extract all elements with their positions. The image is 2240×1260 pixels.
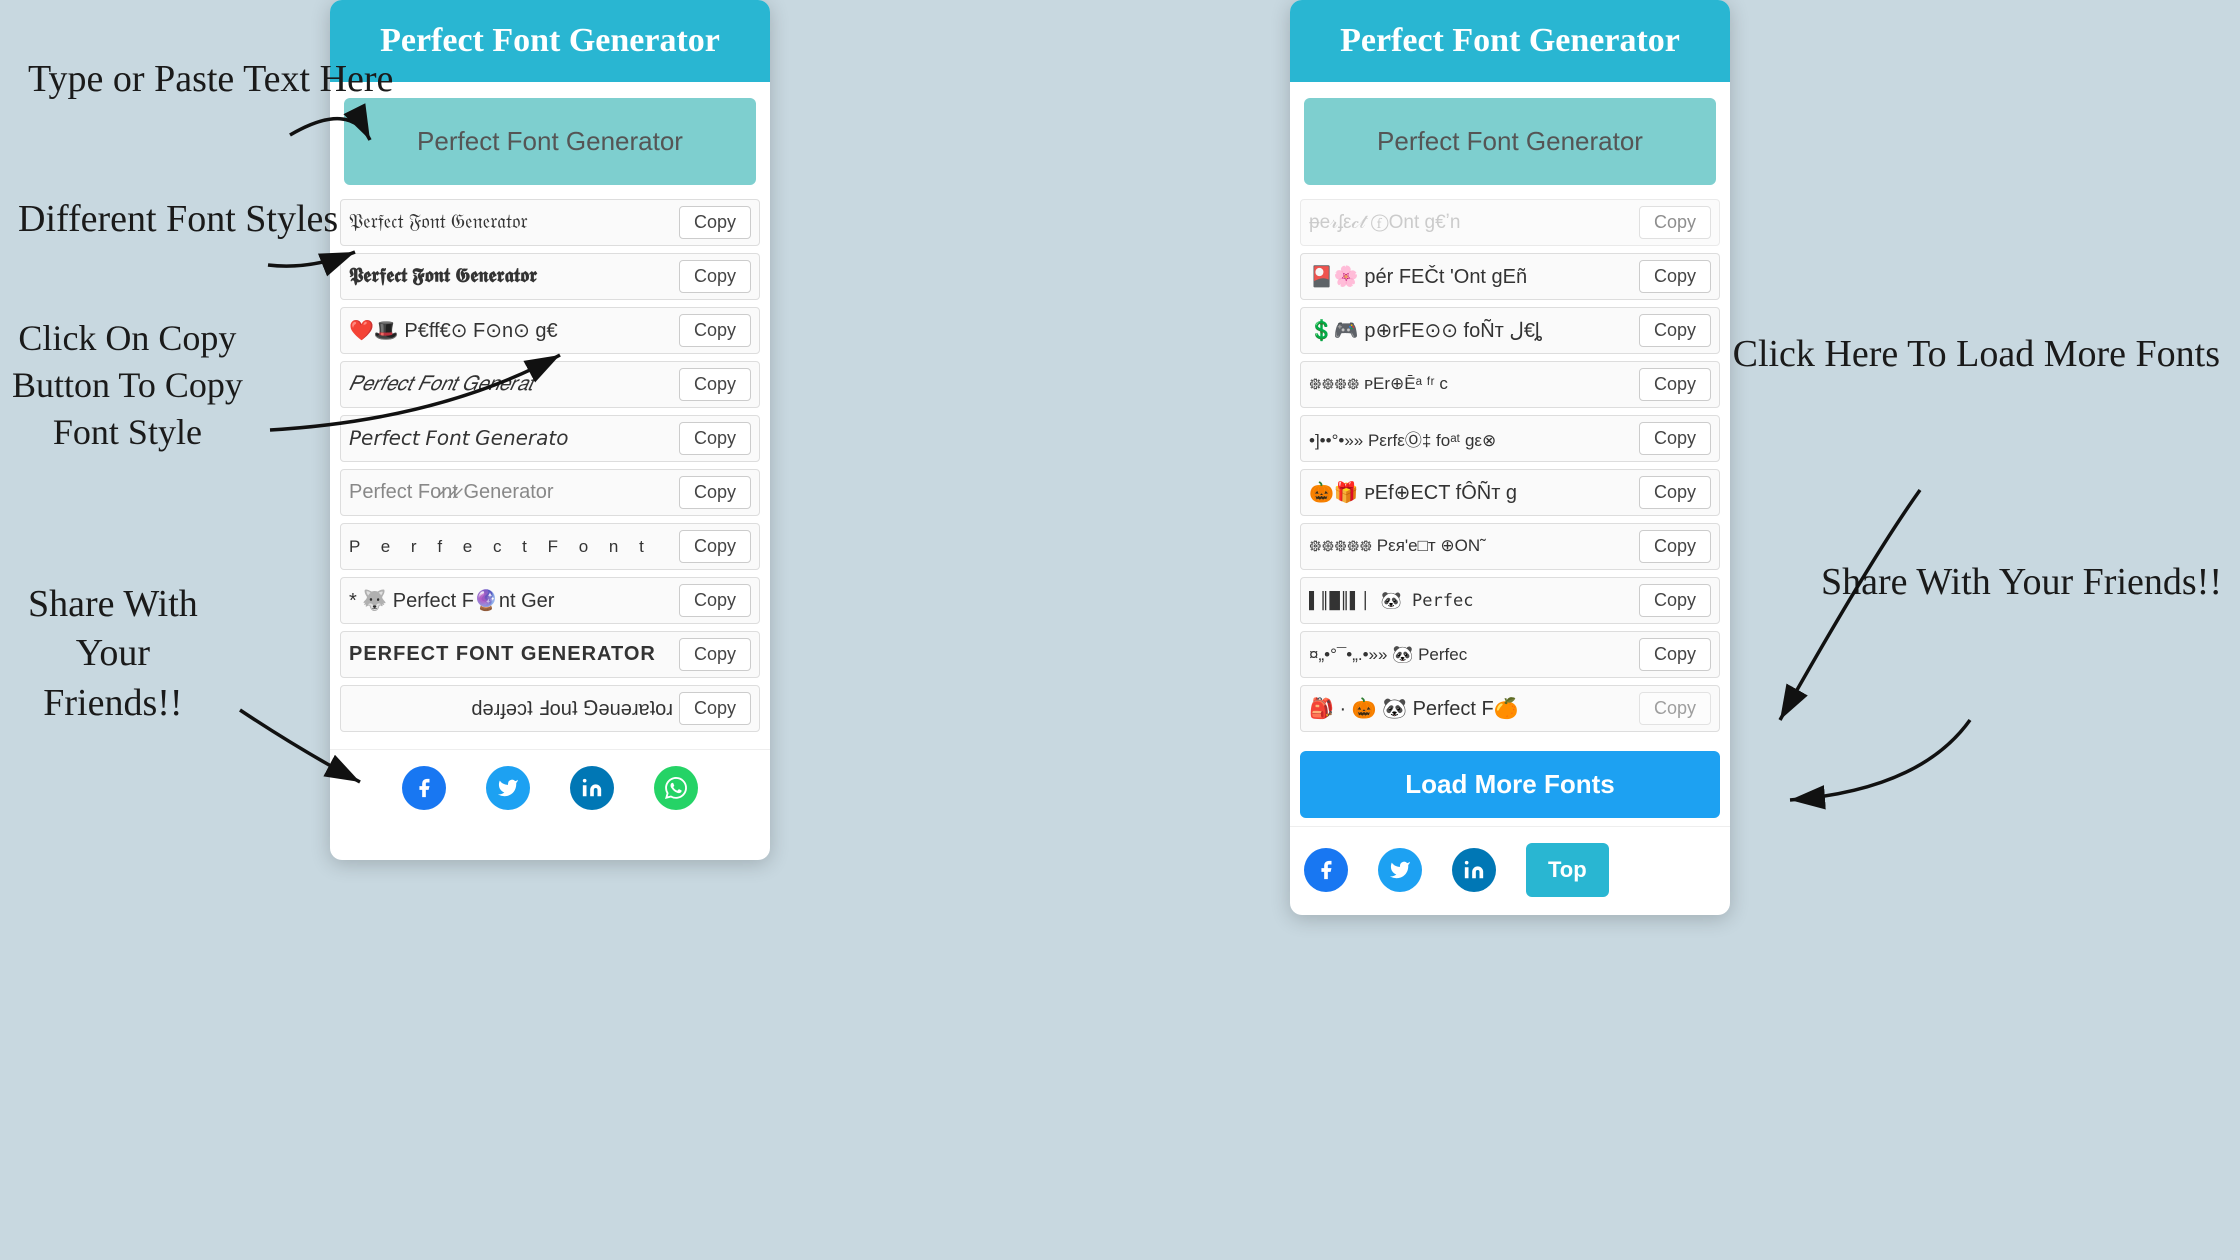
font-row: ❤️🎩 P€ff€⊙ F⊙n⊙ g€ Copy [340, 307, 760, 354]
twitter-share-icon[interactable] [486, 766, 530, 810]
font-row: 💲🎮 p⊕rFE⊙⊙ foÑт ﻝ€ȴ Copy [1300, 307, 1720, 354]
font-row: •]••°•»» PεrfεⓄ‡ foᵃᵗ gε⊗ Copy [1300, 415, 1720, 462]
font-list-right: ᵽe𝓇ʄε𝒸𝓉 ⓕOnt g€ʼn Copy 🎴🌸 pér FEČt 'Ont … [1290, 195, 1730, 743]
font-row: ¤„•°¯•„.•»» 🐼 Perfec Copy [1300, 631, 1720, 678]
font-row: 𝘗𝘦𝘳𝘧𝘦𝘤𝘵 𝘍𝘰𝘯𝘵 𝘎𝘦𝘯𝘦𝘳𝘢𝘵𝘰 Copy [340, 415, 760, 462]
right-text-input-area[interactable]: Perfect Font Generator [1304, 98, 1716, 185]
font-row: ᪥᪥᪥᪥᪥ Pεя'е□т ⊕ON˜ Copy [1300, 523, 1720, 570]
font-text: 𝔓𝔢𝔯𝔣𝔢𝔠𝔱 𝔉𝔬𝔫𝔱 𝔊𝔢𝔫𝔢𝔯𝔞𝔱𝔬𝔯 [349, 211, 673, 234]
font-row: 🎴🌸 pér FEČt 'Ont gEñ Copy [1300, 253, 1720, 300]
font-row: ɹoʇɐɹǝuǝ⅁ ʇuoℲ ʇɔǝɟɹǝd Copy [340, 685, 760, 732]
copy-button[interactable]: Copy [679, 368, 751, 401]
copy-button[interactable]: Copy [1639, 422, 1711, 455]
font-text: 𝘗𝘦𝘳𝘧𝘦𝘤𝘵 𝘍𝘰𝘯𝘵 𝘎𝘦𝘯𝘦𝘳𝘢𝘵𝘰 [349, 426, 673, 451]
copy-button[interactable]: Copy [679, 206, 751, 239]
font-text: ❤️🎩 P€ff€⊙ F⊙n⊙ g€ [349, 318, 673, 343]
font-row: ᪥᪥᪥᪥ ᴘЕr⊕Ēᵃ ᶠʳ c Copy [1300, 361, 1720, 408]
copy-button[interactable]: Copy [679, 476, 751, 509]
right-panel-header: Perfect Font Generator [1290, 0, 1730, 82]
font-row: 🎃🎁 ᴘΕf⊕ΕCT fÔÑт g Copy [1300, 469, 1720, 516]
font-row: Perfect Fo̷n̷t̷ Generator Copy [340, 469, 760, 516]
copy-button[interactable]: Copy [1639, 638, 1711, 671]
font-text: ᪥᪥᪥᪥ ᴘЕr⊕Ēᵃ ᶠʳ c [1309, 371, 1633, 398]
whatsapp-share-icon[interactable] [654, 766, 698, 810]
annotation-share: Share WithYourFriends!! [28, 580, 198, 728]
font-text: ▌║█║▌│ 🐼 Perfec [1309, 591, 1633, 611]
top-button[interactable]: Top [1526, 843, 1609, 897]
font-row: P e r f e c t F o n t Copy [340, 523, 760, 570]
font-text: * 🐺 Perfect F🔮nt Ger [349, 588, 673, 613]
font-text: 🎴🌸 pér FEČt 'Ont gEñ [1309, 264, 1633, 289]
load-more-button[interactable]: Load More Fonts [1300, 751, 1720, 818]
share-bar-right: Top [1290, 826, 1730, 915]
font-text: 𝕻𝖊𝖗𝖋𝖊𝖈𝖙 𝕱𝖔𝖓𝖙 𝕲𝖊𝖓𝖊𝖗𝖆𝖙𝖔𝖗 [349, 265, 673, 288]
font-row: ᵽe𝓇ʄε𝒸𝓉 ⓕOnt g€ʼn Copy [1300, 199, 1720, 246]
font-text: ¤„•°¯•„.•»» 🐼 Perfec [1309, 645, 1633, 665]
copy-button[interactable]: Copy [1639, 368, 1711, 401]
left-panel-header: Perfect Font Generator [330, 0, 770, 82]
font-text: •]••°•»» PεrfεⓄ‡ foᵃᵗ gε⊗ [1309, 426, 1633, 451]
copy-button[interactable]: Copy [679, 692, 751, 725]
copy-button[interactable]: Copy [679, 530, 751, 563]
right-input-display: Perfect Font Generator [1377, 126, 1643, 156]
twitter-share-icon-right[interactable] [1378, 848, 1422, 892]
font-text: Perfect Fo̷n̷t̷ Generator [349, 481, 673, 504]
copy-button[interactable]: Copy [679, 260, 751, 293]
facebook-share-icon[interactable] [402, 766, 446, 810]
font-row: ▌║█║▌│ 🐼 Perfec Copy [1300, 577, 1720, 624]
annotation-load-more: Click Here To Load More Fonts [1733, 330, 2220, 379]
share-bar-left [330, 749, 770, 828]
copy-button[interactable]: Copy [679, 638, 751, 671]
left-phone-panel: Perfect Font Generator Perfect Font Gene… [330, 0, 770, 860]
font-text: 🎒 · 🎃 🐼 Perfect F🍊 [1309, 696, 1633, 721]
right-panel-title: Perfect Font Generator [1340, 22, 1680, 59]
font-row: 𝔓𝔢𝔯𝔣𝔢𝔠𝔱 𝔉𝔬𝔫𝔱 𝔊𝔢𝔫𝔢𝔯𝔞𝔱𝔬𝔯 Copy [340, 199, 760, 246]
facebook-share-icon-right[interactable] [1304, 848, 1348, 892]
copy-button[interactable]: Copy [679, 584, 751, 617]
annotation-click-copy: Click On CopyButton To CopyFont Style [12, 315, 243, 455]
font-list-left: 𝔓𝔢𝔯𝔣𝔢𝔠𝔱 𝔉𝔬𝔫𝔱 𝔊𝔢𝔫𝔢𝔯𝔞𝔱𝔬𝔯 Copy 𝕻𝖊𝖗𝖋𝖊𝖈𝖙 𝕱𝖔𝖓𝖙… [330, 195, 770, 743]
font-row: 𝕻𝖊𝖗𝖋𝖊𝖈𝖙 𝕱𝖔𝖓𝖙 𝕲𝖊𝖓𝖊𝖗𝖆𝖙𝖔𝖗 Copy [340, 253, 760, 300]
annotation-diff-fonts: Different Font Styles [18, 195, 338, 244]
input-display: Perfect Font Generator [417, 126, 683, 156]
font-row: 𝑃𝑒𝑟𝑓𝑒𝑐𝑡 𝐹𝑜𝑛𝑡 𝐺𝑒𝑛𝑒𝑟𝑎𝑡 Copy [340, 361, 760, 408]
annotation-share2: Share With Your Friends!! [1821, 558, 2222, 607]
left-panel-title: Perfect Font Generator [380, 22, 720, 59]
linkedin-share-icon[interactable] [570, 766, 614, 810]
font-text: 💲🎮 p⊕rFE⊙⊙ foÑт ﻝ€ȴ [1309, 318, 1633, 343]
font-text: 𝑃𝑒𝑟𝑓𝑒𝑐𝑡 𝐹𝑜𝑛𝑡 𝐺𝑒𝑛𝑒𝑟𝑎𝑡 [349, 373, 673, 396]
font-row: * 🐺 Perfect F🔮nt Ger Copy [340, 577, 760, 624]
font-text: ᪥᪥᪥᪥᪥ Pεя'е□т ⊕ON˜ [1309, 533, 1633, 560]
font-text: ᵽe𝓇ʄε𝒸𝓉 ⓕOnt g€ʼn [1309, 212, 1633, 234]
font-row: 🎒 · 🎃 🐼 Perfect F🍊 Copy [1300, 685, 1720, 732]
linkedin-share-icon-right[interactable] [1452, 848, 1496, 892]
font-text: ɹoʇɐɹǝuǝ⅁ ʇuoℲ ʇɔǝɟɹǝd [349, 696, 673, 721]
right-phone-panel: Perfect Font Generator Perfect Font Gene… [1290, 0, 1730, 915]
copy-button[interactable]: Copy [1639, 260, 1711, 293]
font-text: P e r f e c t F o n t [349, 537, 673, 557]
copy-button[interactable]: Copy [1639, 584, 1711, 617]
copy-button[interactable]: Copy [679, 422, 751, 455]
font-text: PERFECT FONT GENERATOR [349, 643, 673, 666]
text-input-area[interactable]: Perfect Font Generator [344, 98, 756, 185]
font-row: PERFECT FONT GENERATOR Copy [340, 631, 760, 678]
copy-button[interactable]: Copy [1639, 530, 1711, 563]
copy-button[interactable]: Copy [1639, 476, 1711, 509]
font-text: 🎃🎁 ᴘΕf⊕ΕCT fÔÑт g [1309, 480, 1633, 505]
copy-button[interactable]: Copy [1639, 692, 1711, 725]
copy-button[interactable]: Copy [1639, 206, 1711, 239]
copy-button[interactable]: Copy [679, 314, 751, 347]
copy-button[interactable]: Copy [1639, 314, 1711, 347]
